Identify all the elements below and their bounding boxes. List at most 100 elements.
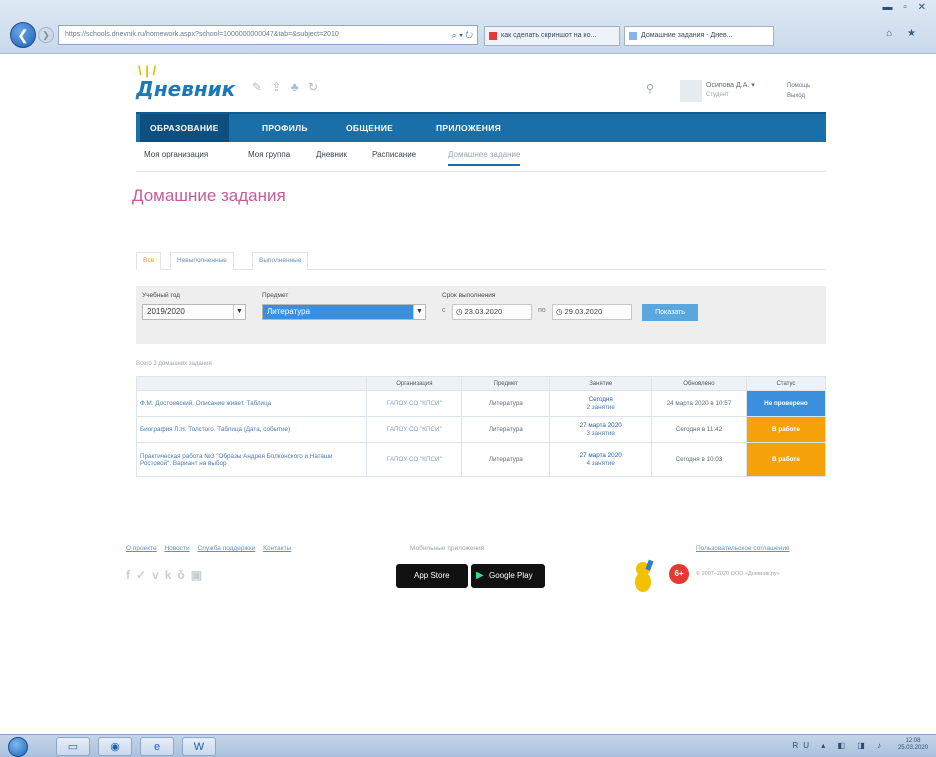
homework-title-link[interactable]: Биография Л.Н. Толстого. Таблица (Дата, …: [135, 416, 368, 443]
odnoklassniki-icon[interactable]: ǒ: [177, 568, 190, 582]
logo[interactable]: \ | / Дневник: [136, 63, 256, 107]
subnav-schedule[interactable]: Расписание: [372, 150, 416, 159]
google-play-label: Google Play: [489, 571, 533, 580]
browser-tab-active[interactable]: Домашние задания - Днев...: [624, 26, 774, 46]
footer-link-support[interactable]: Служба поддержки: [197, 545, 255, 552]
year-select[interactable]: 2019/2020 ▼: [142, 304, 246, 320]
youtube-icon[interactable]: ▣: [191, 568, 208, 582]
browser-chrome: ❮ ❯ https://schools.dnevnik.ru/homework.…: [0, 0, 936, 54]
app-store-button[interactable]: App Store: [396, 564, 468, 588]
lesson-cell[interactable]: Сегодня 2 занятие: [549, 390, 653, 417]
lesson-cell[interactable]: 27 марта 2020 3 занятие: [549, 416, 653, 443]
nav-education[interactable]: ОБРАЗОВАНИЕ: [140, 114, 229, 142]
tab-incomplete[interactable]: Невыполненные: [170, 252, 234, 270]
organization-link[interactable]: ГАПОУ СО "КПСИ": [366, 390, 463, 417]
organization-link[interactable]: ГАПОУ СО "КПСИ": [366, 416, 463, 443]
deadline-label: Срок выполнения: [442, 292, 496, 299]
footer-link-about[interactable]: О проекте: [126, 545, 157, 552]
table-header-row: Организация Предмет Занятие Обновлено Ст…: [135, 376, 827, 391]
updated-cell: Сегодня в 10:03: [651, 442, 747, 477]
window-controls[interactable]: ▬ ▫ ✕: [883, 2, 930, 13]
internet-explorer-icon[interactable]: e: [140, 737, 174, 756]
updated-cell: 24 марта 2020 в 10:57: [651, 390, 747, 417]
tab-completed[interactable]: Выполненные: [252, 252, 309, 270]
folder-icon[interactable]: ▭: [56, 737, 90, 756]
social-icons[interactable]: f✓vkǒ▣: [126, 568, 208, 582]
status-badge: Не проверено: [745, 390, 827, 417]
sub-nav: Моя организация Моя группа Дневник Распи…: [136, 150, 826, 172]
help-link[interactable]: Помощь: [787, 83, 810, 89]
date-to-value: 29.03.2020: [564, 307, 603, 316]
show-button[interactable]: Показать: [642, 304, 698, 321]
subnav-diary[interactable]: Дневник: [316, 150, 347, 159]
system-tray[interactable]: RU ▴ ◧ ◨ ♪: [792, 741, 886, 750]
address-bar[interactable]: https://schools.dnevnik.ru/homework.aspx…: [58, 25, 478, 45]
date-from-field[interactable]: ◷ 23.03.2020: [452, 304, 532, 320]
media-player-icon[interactable]: ◉: [98, 737, 132, 756]
exit-link[interactable]: Выход: [787, 93, 805, 99]
browser-tab[interactable]: как сделать скриншот на ко...: [484, 26, 620, 46]
terms-link[interactable]: Пользовательское соглашение: [696, 545, 790, 552]
word-icon[interactable]: W: [182, 737, 216, 756]
avatar[interactable]: [680, 80, 702, 102]
homework-title-link[interactable]: Практическая работа №3 "Образы Андрея Бо…: [135, 442, 368, 477]
homework-count: Всего 3 домашних задания: [136, 361, 212, 367]
start-button[interactable]: [8, 737, 28, 757]
forward-arrow-icon[interactable]: ❯: [38, 27, 54, 43]
header-icons[interactable]: ✎ ⇪ ♣ ↻: [252, 80, 321, 94]
search-icon[interactable]: ⚲: [646, 82, 654, 95]
from-prefix: с: [442, 307, 446, 314]
col-header-updated[interactable]: Обновлено: [651, 376, 747, 391]
address-url: https://schools.dnevnik.ru/homework.aspx…: [65, 31, 339, 38]
clock[interactable]: 12:08 25.03.2020: [898, 738, 928, 752]
browser-tab-label: Домашние задания - Днев...: [641, 32, 733, 39]
to-prefix: по: [538, 307, 546, 314]
footer-link-contacts[interactable]: Контакты: [263, 545, 291, 552]
subject-value: Литература: [267, 307, 311, 316]
filter-tabs: Все Невыполненные Выполненные: [136, 252, 826, 270]
subject-select[interactable]: Литература ▼: [262, 304, 426, 320]
clock-time: 12:08: [905, 738, 921, 744]
facebook-icon[interactable]: f: [126, 568, 136, 582]
subject-cell: Литература: [461, 390, 551, 417]
play-icon: ▶: [476, 570, 484, 581]
status-badge: В работе: [745, 442, 827, 477]
table-row[interactable]: Ф.М. Достоевский. Описание живет. Таблиц…: [135, 390, 827, 417]
back-arrow-icon[interactable]: ❮: [10, 22, 36, 48]
nav-communication[interactable]: ОБЩЕНИЕ: [336, 114, 403, 142]
lesson-cell[interactable]: 27 марта 2020 4 занятие: [549, 442, 653, 477]
col-header-org[interactable]: Организация: [366, 376, 463, 391]
status-badge: В работе: [745, 416, 827, 443]
homework-title-link[interactable]: Ф.М. Достоевский. Описание живет. Таблиц…: [135, 390, 368, 417]
mascot-icon: [635, 559, 654, 592]
subnav-organization[interactable]: Моя организация: [144, 150, 208, 159]
refresh-icon[interactable]: ⌕ ▾ ↻: [452, 26, 473, 44]
nav-apps[interactable]: ПРИЛОЖЕНИЯ: [426, 114, 511, 142]
page-title: Домашние задания: [132, 186, 286, 205]
google-play-button[interactable]: ▶ Google Play: [471, 564, 545, 588]
filters-panel: Учебный год 2019/2020 ▼ Предмет Литерату…: [136, 286, 826, 344]
col-header-lesson[interactable]: Занятие: [549, 376, 653, 391]
user-name[interactable]: Осипова Д.А. ▾: [706, 81, 755, 89]
table-row[interactable]: Биография Л.Н. Толстого. Таблица (Дата, …: [135, 416, 827, 443]
nav-profile[interactable]: ПРОФИЛЬ: [252, 114, 318, 142]
date-to-field[interactable]: ◷ 29.03.2020: [552, 304, 632, 320]
twitter-icon[interactable]: ✓: [136, 568, 152, 582]
date-from-value: 23.03.2020: [464, 307, 503, 316]
chevron-down-icon: ▼: [413, 305, 425, 319]
subnav-group[interactable]: Моя группа: [248, 150, 290, 159]
chevron-down-icon: ▼: [233, 305, 245, 319]
subject-cell: Литература: [461, 416, 551, 443]
tab-all[interactable]: Все: [136, 252, 162, 270]
table-row[interactable]: Практическая работа №3 "Образы Андрея Бо…: [135, 442, 827, 477]
logo-text: Дневник: [136, 77, 236, 101]
browser-tab-label: как сделать скриншот на ко...: [501, 32, 597, 39]
vk-icon[interactable]: vk: [152, 568, 177, 582]
subnav-homework[interactable]: Домашнее задание: [448, 150, 521, 166]
col-header-subject[interactable]: Предмет: [461, 376, 551, 391]
footer-link-news[interactable]: Новости: [164, 545, 189, 552]
organization-link[interactable]: ГАПОУ СО "КПСИ": [366, 442, 463, 477]
home-icon[interactable]: ⌂ ★: [886, 28, 922, 39]
lesson-date: 27 марта 2020: [579, 422, 622, 430]
col-header-status[interactable]: Статус: [745, 376, 827, 391]
